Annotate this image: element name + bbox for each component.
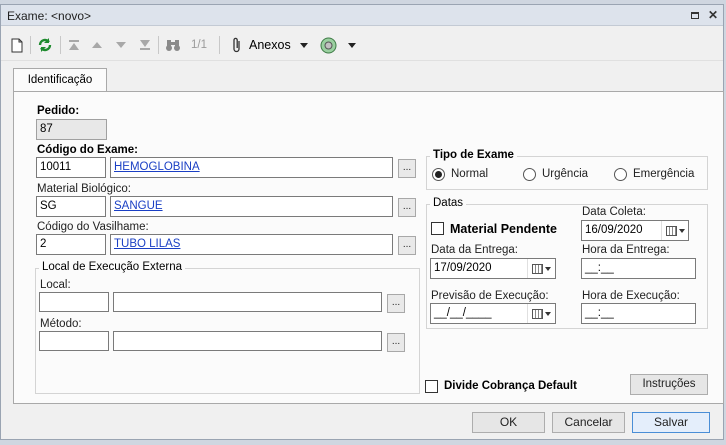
material-label: Material Biológico:	[37, 183, 131, 195]
toolbar: 1/1 Anexos	[1, 27, 723, 61]
title-bar: Exame: <novo> ✕	[1, 5, 723, 26]
material-pendente-label: Material Pendente	[450, 222, 557, 236]
vasilhame-lookup-button[interactable]: ...	[398, 236, 416, 255]
vasilhame-name-link[interactable]: TUBO LILAS	[114, 238, 180, 250]
radio-emergencia-label: Emergência	[633, 168, 695, 180]
local-code-field[interactable]	[39, 292, 109, 312]
binoculars-icon[interactable]	[164, 36, 182, 54]
button-bar: OK Cancelar Salvar	[1, 405, 723, 439]
identificacao-panel: Pedido: 87 Código do Exame: 10011 HEMOGL…	[13, 91, 724, 404]
restore-icon[interactable]	[687, 7, 703, 23]
material-name-link[interactable]: SANGUE	[114, 200, 163, 212]
material-code-field[interactable]: SG	[36, 196, 106, 217]
local-lookup-button[interactable]: ...	[387, 294, 405, 313]
datas-title: Datas	[430, 197, 467, 209]
radio-urgencia-label: Urgência	[542, 168, 589, 180]
divide-cobranca-label: Divide Cobrança Default	[444, 380, 577, 392]
local-label: Local:	[40, 279, 71, 291]
radio-normal[interactable]	[432, 168, 445, 181]
data-entrega-label: Data da Entrega:	[431, 244, 518, 256]
hora-entrega-label: Hora da Entrega:	[582, 244, 670, 256]
pedido-field: 87	[36, 119, 107, 140]
ok-button[interactable]: OK	[472, 412, 545, 433]
material-name-field[interactable]: SANGUE	[110, 196, 393, 217]
vasilhame-label: Código do Vasilhame:	[37, 221, 149, 233]
exam-window: Exame: <novo> ✕ 1/1 Anexos Identificação…	[0, 4, 724, 440]
globe-icon[interactable]	[319, 36, 337, 54]
vasilhame-name-field[interactable]: TUBO LILAS	[110, 234, 393, 255]
material-lookup-button[interactable]: ...	[398, 198, 416, 217]
new-document-icon[interactable]	[9, 36, 25, 54]
salvar-button[interactable]: Salvar	[632, 412, 710, 433]
calendar-icon	[666, 225, 677, 236]
refresh-icon[interactable]	[36, 36, 54, 54]
divide-cobranca-checkbox[interactable]	[425, 380, 438, 393]
first-record-icon[interactable]	[66, 36, 82, 54]
cancelar-button[interactable]: Cancelar	[552, 412, 625, 433]
data-entrega-value: 17/09/2020	[434, 262, 492, 274]
tipo-exame-title: Tipo de Exame	[430, 149, 517, 161]
metodo-label: Método:	[40, 318, 82, 330]
material-pendente-checkbox[interactable]	[431, 222, 444, 235]
codigo-exame-name-link[interactable]: HEMOGLOBINA	[114, 161, 200, 173]
radio-normal-label: Normal	[451, 168, 489, 180]
paperclip-icon[interactable]	[229, 36, 245, 54]
previsao-label: Previsão de Execução:	[431, 290, 549, 302]
local-execucao-title: Local de Execução Externa	[39, 261, 186, 273]
vasilhame-code-field[interactable]: 2	[36, 234, 106, 255]
previous-record-icon[interactable]	[89, 36, 105, 54]
metodo-code-field[interactable]	[39, 331, 109, 351]
metodo-name-field[interactable]	[113, 331, 382, 351]
codigo-exame-lookup-button[interactable]: ...	[398, 159, 416, 178]
last-record-icon[interactable]	[137, 36, 153, 54]
data-coleta-label: Data Coleta:	[582, 206, 646, 218]
anexos-dropdown-icon[interactable]	[299, 36, 309, 54]
previsao-value: __/__/____	[434, 307, 492, 319]
page-indicator: 1/1	[191, 39, 207, 51]
hora-execucao-field[interactable]: __:__	[581, 303, 696, 324]
previsao-calendar-button[interactable]	[527, 304, 555, 323]
metodo-lookup-button[interactable]: ...	[387, 333, 405, 352]
data-coleta-value: 16/09/2020	[585, 224, 643, 236]
hora-entrega-field[interactable]: __:__	[581, 258, 696, 279]
codigo-exame-code-field[interactable]: 10011	[36, 157, 106, 178]
anexos-button[interactable]: Anexos	[249, 36, 293, 54]
window-title: Exame: <novo>	[7, 9, 92, 23]
tab-identificacao[interactable]: Identificação	[13, 68, 107, 92]
calendar-icon	[532, 308, 543, 319]
radio-emergencia[interactable]	[614, 168, 627, 181]
hora-execucao-label: Hora de Execução:	[582, 290, 680, 302]
close-icon[interactable]: ✕	[705, 7, 721, 23]
data-coleta-calendar-button[interactable]	[661, 221, 689, 240]
codigo-exame-label: Código do Exame:	[37, 144, 138, 156]
pedido-label: Pedido:	[37, 105, 80, 117]
local-name-field[interactable]	[113, 292, 382, 312]
instrucoes-button[interactable]: Instruções	[630, 374, 708, 395]
codigo-exame-name-field[interactable]: HEMOGLOBINA	[110, 157, 393, 178]
radio-urgencia[interactable]	[523, 168, 536, 181]
globe-dropdown-icon[interactable]	[347, 36, 357, 54]
next-record-icon[interactable]	[113, 36, 129, 54]
data-entrega-calendar-button[interactable]	[527, 259, 555, 278]
calendar-icon	[532, 263, 543, 274]
